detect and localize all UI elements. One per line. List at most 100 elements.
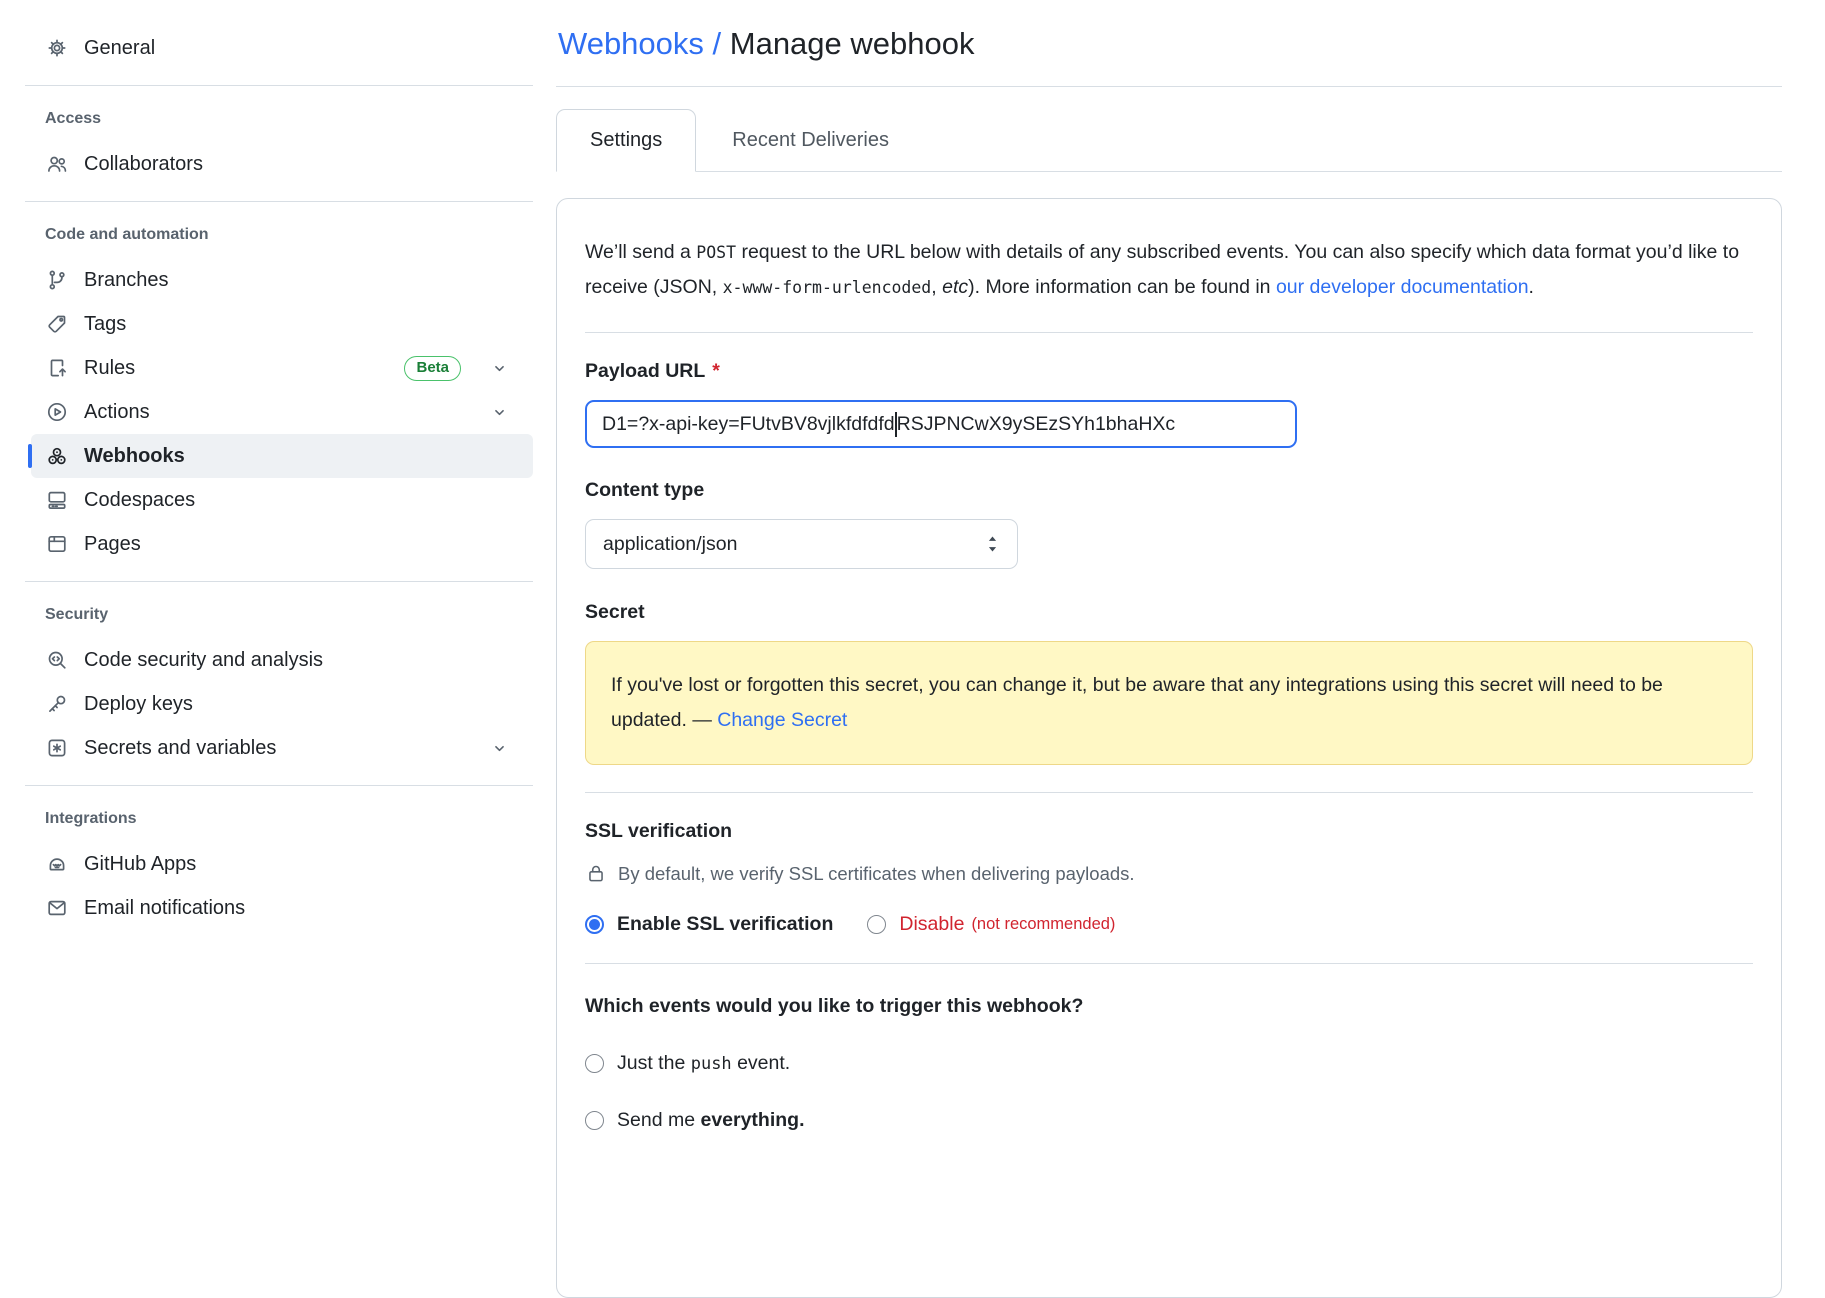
sidebar-item-label: Branches (84, 269, 169, 292)
sidebar-item-label: Tags (84, 313, 126, 336)
sidebar-item-webhooks[interactable]: Webhooks (31, 434, 533, 478)
content-type-label: Content type (585, 479, 1753, 502)
sidebar-item-codespaces[interactable]: Codespaces (31, 478, 533, 522)
sidebar-item-label: General (84, 37, 155, 60)
ssl-verification-heading: SSL verification (585, 820, 1753, 843)
payload-url-value: D1=?x-api-key=FUtvBV8vjlkfdfdfd (602, 413, 895, 436)
gear-icon (45, 36, 69, 60)
main-content: Webhooks / Manage webhook Settings Recen… (556, 0, 1782, 1298)
key-icon (45, 692, 69, 716)
sidebar-item-label: Deploy keys (84, 693, 193, 716)
browser-icon (45, 532, 69, 556)
intro-code-urlencoded: x-www-form-urlencoded (723, 278, 932, 297)
git-branch-icon (45, 268, 69, 292)
disable-ssl-label: Disable (899, 913, 964, 936)
sidebar-section-integrations: Integrations (45, 810, 546, 828)
enable-ssl-radio[interactable] (585, 915, 604, 934)
divider (556, 86, 1782, 87)
disable-ssl-radio[interactable] (867, 915, 886, 934)
content-type-select[interactable]: application/json (585, 519, 1018, 569)
sidebar-item-label: Actions (84, 401, 150, 424)
secret-warning-box: If you've lost or forgotten this secret,… (585, 641, 1753, 765)
beta-badge: Beta (404, 356, 461, 381)
enable-ssl-label: Enable SSL verification (617, 913, 833, 936)
select-arrows-icon (985, 535, 1000, 553)
sidebar-item-email-notifications[interactable]: Email notifications (31, 886, 533, 930)
divider (585, 792, 1753, 793)
sidebar-item-branches[interactable]: Branches (31, 258, 533, 302)
developer-documentation-link[interactable]: our developer documentation (1276, 276, 1529, 298)
intro-text: We’ll send a POST request to the URL bel… (585, 235, 1753, 305)
chevron-down-icon[interactable] (490, 403, 509, 422)
payload-url-input[interactable]: D1=?x-api-key=FUtvBV8vjlkfdfdfdRSJPNCwX9… (585, 400, 1297, 448)
sidebar-item-label: Webhooks (84, 445, 185, 468)
divider (25, 85, 533, 86)
settings-sidebar: General Access Collaborators Code and au… (0, 0, 556, 1298)
sidebar-section-code-automation: Code and automation (45, 226, 546, 244)
intro-code-post: POST (696, 243, 736, 262)
secret-label: Secret (585, 601, 1753, 624)
disable-ssl-note: (not recommended) (971, 915, 1115, 934)
push-code: push (691, 1054, 732, 1074)
divider (585, 963, 1753, 964)
intro-etc: etc (942, 276, 968, 298)
sidebar-item-label: Rules (84, 357, 135, 380)
sidebar-item-label: Email notifications (84, 897, 245, 920)
code-scan-icon (45, 648, 69, 672)
required-asterisk: * (712, 360, 720, 382)
divider (585, 332, 1753, 333)
sidebar-item-actions[interactable]: Actions (31, 390, 533, 434)
webhook-settings-panel: We’ll send a POST request to the URL bel… (556, 198, 1782, 1298)
sidebar-section-security: Security (45, 606, 546, 624)
intro-run: . (1529, 276, 1534, 298)
page-title-text: Manage webhook (721, 26, 974, 61)
lock-icon (585, 863, 607, 885)
sidebar-item-collaborators[interactable]: Collaborators (31, 142, 533, 186)
just-push-label: Just the push event. (617, 1052, 790, 1075)
send-everything-label: Send me everything. (617, 1109, 805, 1132)
intro-run: , (931, 276, 942, 298)
mail-icon (45, 896, 69, 920)
sidebar-item-rules[interactable]: Rules Beta (31, 346, 533, 390)
sidebar-item-label: Codespaces (84, 489, 195, 512)
sidebar-item-pages[interactable]: Pages (31, 522, 533, 566)
sidebar-item-secrets-variables[interactable]: Secrets and variables (31, 726, 533, 770)
sidebar-item-github-apps[interactable]: GitHub Apps (31, 842, 533, 886)
sidebar-item-label: Pages (84, 533, 141, 556)
sidebar-item-general[interactable]: General (31, 26, 533, 70)
payload-url-label: Payload URL* (585, 360, 1753, 383)
ssl-note-text: By default, we verify SSL certificates w… (618, 863, 1135, 885)
webhook-tabs: Settings Recent Deliveries (556, 109, 1782, 172)
page-title: Webhooks / Manage webhook (558, 26, 1782, 62)
sidebar-item-label: GitHub Apps (84, 853, 196, 876)
send-everything-radio[interactable] (585, 1111, 604, 1130)
sidebar-item-deploy-keys[interactable]: Deploy keys (31, 682, 533, 726)
just-push-radio[interactable] (585, 1054, 604, 1073)
event-option-push: Just the push event. (585, 1052, 1753, 1075)
sidebar-item-label: Code security and analysis (84, 649, 323, 672)
sidebar-item-tags[interactable]: Tags (31, 302, 533, 346)
divider (25, 201, 533, 202)
tab-recent-deliveries[interactable]: Recent Deliveries (696, 109, 925, 171)
intro-run: We’ll send a (585, 241, 696, 263)
breadcrumb-webhooks-link[interactable]: Webhooks / (558, 26, 721, 61)
webhook-icon (45, 444, 69, 468)
event-option-everything: Send me everything. (585, 1109, 1753, 1132)
codespaces-icon (45, 488, 69, 512)
ssl-options: Enable SSL verification Disable (not rec… (585, 913, 1753, 936)
intro-run: ). More information can be found in (968, 276, 1276, 298)
change-secret-link[interactable]: Change Secret (717, 709, 847, 731)
divider (25, 785, 533, 786)
content-type-selected-value: application/json (603, 533, 737, 556)
payload-url-value: RSJPNCwX9ySEzSYh1bhaHXc (897, 413, 1176, 436)
sidebar-item-code-security[interactable]: Code security and analysis (31, 638, 533, 682)
settings-page: General Access Collaborators Code and au… (0, 0, 1825, 1298)
chevron-down-icon[interactable] (490, 359, 509, 378)
asterisk-box-icon (45, 736, 69, 760)
hubot-icon (45, 852, 69, 876)
tab-settings[interactable]: Settings (556, 109, 696, 172)
tag-icon (45, 312, 69, 336)
events-question: Which events would you like to trigger t… (585, 995, 1753, 1018)
chevron-down-icon[interactable] (490, 739, 509, 758)
sidebar-item-label: Secrets and variables (84, 737, 276, 760)
